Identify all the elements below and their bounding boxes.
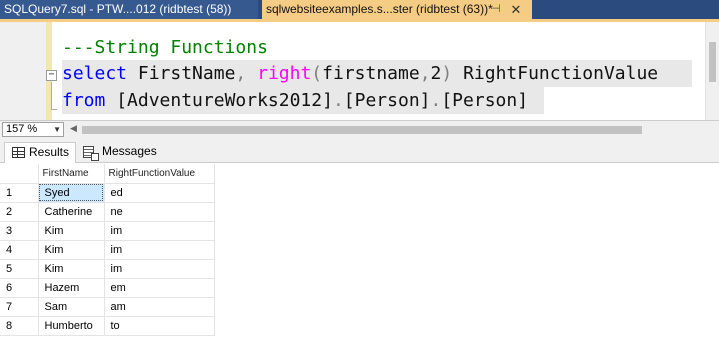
fold-guide [51,82,52,110]
row-number-cell[interactable]: 1 [0,183,39,203]
firstname-cell[interactable]: Kim [38,240,105,260]
close-icon[interactable]: ✕ [508,0,524,19]
query-editor[interactable]: − ---String Functions select FirstName, … [0,22,719,120]
pin-icon[interactable]: ⊣ [488,0,504,19]
tab-sqlquery7[interactable]: SQLQuery7.sql - PTW....012 (ridbtest (58… [0,0,258,19]
row-number-cell[interactable]: 3 [0,221,39,241]
rightfunctionvalue-cell[interactable]: am [104,297,215,317]
document-tab-strip: SQLQuery7.sql - PTW....012 (ridbtest (58… [0,0,719,19]
table-row[interactable]: 5 Kim im [0,259,215,279]
tab-label: Messages [102,144,157,158]
results-grid-pane: FirstName RightFunctionValue 1 Syed ed 2 Cat… [0,164,719,340]
header-row: FirstName RightFunctionValue [0,164,215,184]
keyword-from: from [62,90,106,111]
editor-horizontal-scrollbar[interactable]: ◀ [68,123,718,136]
rightfunctionvalue-cell[interactable]: to [104,316,215,336]
column-header-firstname[interactable]: FirstName [38,164,105,184]
editor-gutter [0,22,46,120]
rightfunctionvalue-cell[interactable]: em [104,278,215,298]
dot: . [332,90,344,111]
firstname-cell[interactable]: Kim [38,259,105,279]
schema-name: [Person] [343,90,431,111]
table-row[interactable]: 8 Humberto to [0,316,215,336]
firstname-cell[interactable]: Syed [38,183,105,203]
table-name: [Person] [441,90,529,111]
keyword-select: select [62,63,128,84]
argument-firstname: firstname [322,63,420,84]
close-paren: ) [441,63,453,84]
rightfunctionvalue-cell[interactable]: im [104,221,215,241]
code-line-from: from [AdventureWorks2012].[Person].[Pers… [62,87,544,114]
results-grid[interactable]: FirstName RightFunctionValue 1 Syed ed 2 Cat… [0,164,215,336]
firstname-cell[interactable]: Sam [38,297,105,317]
scroll-thumb[interactable] [82,126,642,134]
code-line-select: select FirstName, right(firstname,2) Rig… [62,60,692,87]
row-number-cell[interactable]: 2 [0,202,39,222]
firstname-cell[interactable]: Catherine [38,202,105,222]
column-header-rightfunctionvalue[interactable]: RightFunctionValue [104,164,215,184]
comma: , [235,63,247,84]
table-row[interactable]: 7 Sam am [0,297,215,317]
table-row[interactable]: 1 Syed ed [0,183,215,203]
collapse-icon[interactable]: − [46,70,57,81]
dot: . [430,90,442,111]
column-firstname: FirstName [137,63,236,84]
comma: , [419,63,431,84]
tab-label: sqlwebsiteexamples.s...ster (ridbtest (6… [266,2,493,16]
rightfunctionvalue-cell[interactable]: ne [104,202,215,222]
results-tab-strip: Results Messages [0,138,719,163]
tab-results[interactable]: Results [4,142,76,163]
row-number-cell[interactable]: 8 [0,316,39,336]
table-row[interactable]: 3 Kim im [0,221,215,241]
tab-label: Results [29,145,70,159]
column-alias: RightFunctionValue [463,63,659,84]
rightfunctionvalue-cell[interactable]: im [104,240,215,260]
argument-length: 2 [430,63,442,84]
table-row[interactable]: 6 Hazem em [0,278,215,298]
rightfunctionvalue-cell[interactable]: im [104,259,215,279]
firstname-cell[interactable]: Hazem [38,278,105,298]
tab-messages[interactable]: Messages [78,142,157,163]
database-name: [AdventureWorks2012] [116,90,333,111]
editor-vertical-scrollbar[interactable] [705,22,719,120]
code-line-comment: ---String Functions [62,37,268,58]
scroll-left-icon[interactable]: ◀ [70,123,77,134]
zoom-bar: 157 % ▼ ◀ [0,120,719,138]
grid-icon [12,147,25,158]
firstname-cell[interactable]: Kim [38,221,105,241]
rightfunctionvalue-cell[interactable]: ed [104,183,215,203]
chevron-down-icon[interactable]: ▼ [53,123,61,136]
table-row[interactable]: 2 Catherine ne [0,202,215,222]
tab-sqlwebsiteexamples[interactable]: sqlwebsiteexamples.s...ster (ridbtest (6… [262,0,532,19]
table-row[interactable]: 4 Kim im [0,240,215,260]
function-right: right [257,63,312,84]
messages-icon [83,146,99,161]
row-number-cell[interactable]: 7 [0,297,39,317]
row-number-cell[interactable]: 5 [0,259,39,279]
open-paren: ( [311,63,323,84]
fold-guide-end [51,109,57,110]
zoom-value: 157 % [6,123,38,135]
firstname-cell[interactable]: Humberto [38,316,105,336]
row-number-cell[interactable]: 4 [0,240,39,260]
zoom-dropdown[interactable]: 157 % ▼ [2,122,64,137]
scroll-thumb[interactable] [709,42,716,82]
row-number-cell[interactable]: 6 [0,278,39,298]
row-number-header[interactable] [0,164,39,184]
